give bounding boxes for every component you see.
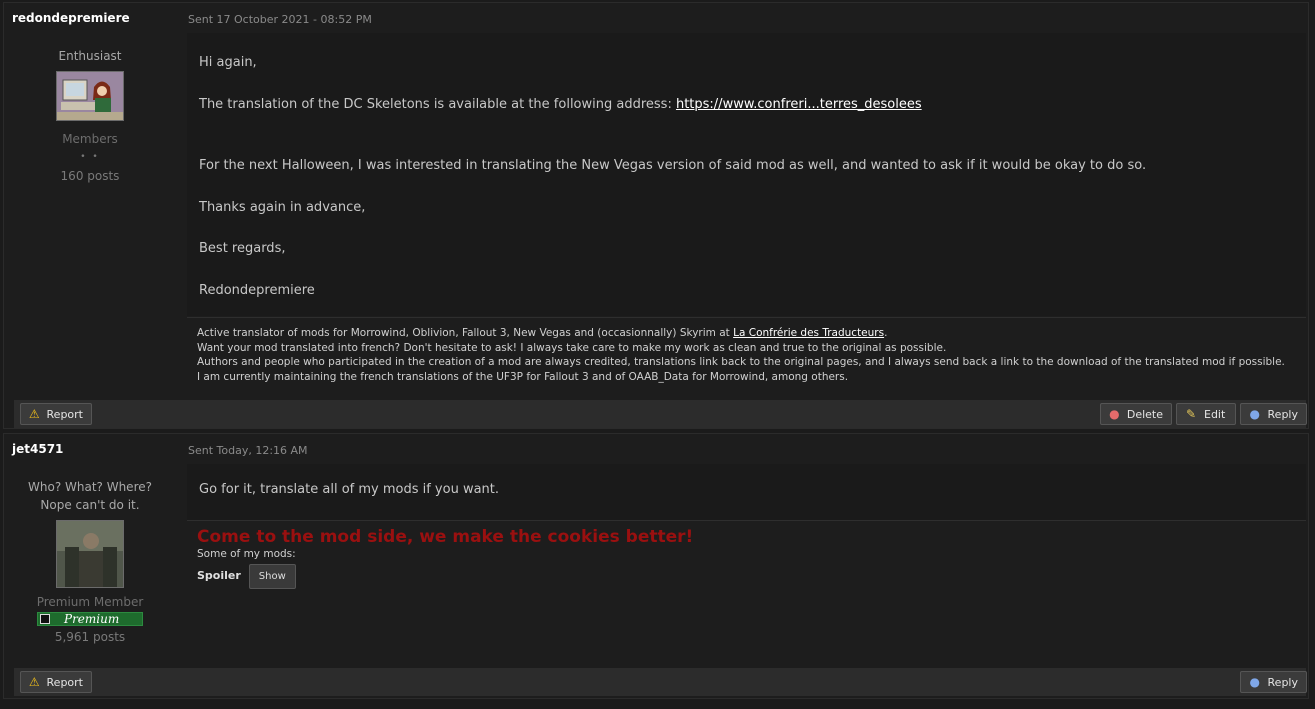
- post-count: 160 posts: [60, 169, 120, 183]
- message-translation: The translation of the DC Skeletons is a…: [199, 95, 1294, 115]
- reply-bubble-icon: ●: [1249, 675, 1260, 689]
- message-halloween: For the next Halloween, I was interested…: [199, 158, 1147, 173]
- message-text: The translation of the DC Skeletons is a…: [199, 96, 676, 112]
- delete-button[interactable]: ● Delete: [1100, 403, 1172, 425]
- reply-label: Reply: [1267, 407, 1298, 421]
- group-name: Premium Member: [36, 595, 144, 609]
- signature-line-3: Authors and people who participated in t…: [197, 356, 1285, 368]
- edit-button[interactable]: ✎ Edit: [1176, 403, 1236, 425]
- signature-line-1: Active translator of mods for Morrowind,…: [197, 326, 1296, 341]
- premium-badge-label: Premium: [64, 612, 120, 626]
- post-controls: ⚠ Report ● Delete ✎ Edit ● Reply: [14, 400, 1307, 428]
- report-label: Report: [46, 675, 83, 689]
- post-1: redondepremiere Sent 17 October 2021 - 0…: [3, 2, 1309, 429]
- spoiler-show-button[interactable]: Show: [248, 563, 296, 589]
- confrerie-link[interactable]: La Confrérie des Traducteurs: [733, 327, 884, 339]
- message-regards: Best regards,: [199, 241, 286, 256]
- signature-text-end: .: [884, 327, 888, 339]
- signature: Active translator of mods for Morrowind,…: [187, 317, 1306, 399]
- message-thanks: Thanks again in advance,: [199, 199, 366, 215]
- report-button[interactable]: ⚠ Report: [20, 671, 92, 693]
- author-name[interactable]: jet4571: [12, 442, 63, 456]
- mods-label: Some of my mods:: [197, 548, 296, 560]
- post-header: redondepremiere Sent 17 October 2021 - 0…: [4, 3, 1308, 33]
- report-label: Report: [46, 407, 83, 421]
- message-body: Go for it, translate all of my mods if y…: [187, 464, 1306, 520]
- spoiler-label: Spoiler: [197, 568, 241, 582]
- reply-button[interactable]: ● Reply: [1240, 671, 1307, 693]
- warning-icon: ⚠: [28, 407, 40, 421]
- post-header: jet4571 Sent Today, 12:16 AM: [4, 434, 1308, 464]
- post-date: Sent 17 October 2021 - 08:52 PM: [188, 13, 372, 26]
- group-name: Members: [62, 132, 118, 146]
- translation-link[interactable]: https://www.confreri...terres_desolees: [676, 97, 922, 112]
- avatar[interactable]: [56, 71, 124, 121]
- reply-label: Reply: [1267, 675, 1298, 689]
- author-name[interactable]: redondepremiere: [12, 11, 130, 25]
- speech-bubble-delete-icon: ●: [1109, 407, 1120, 421]
- warning-icon: ⚠: [28, 675, 40, 689]
- edit-label: Edit: [1204, 407, 1226, 421]
- reply-button[interactable]: ● Reply: [1240, 403, 1307, 425]
- report-button[interactable]: ⚠ Report: [20, 403, 92, 425]
- signature-line-2: Want your mod translated into french? Do…: [197, 341, 947, 354]
- author-info: Who? What? Where? Nope can't do it. Prem…: [4, 464, 176, 644]
- post-count: 5,961 posts: [54, 630, 126, 644]
- badge-icon: [40, 614, 50, 624]
- reply-bubble-icon: ●: [1249, 407, 1260, 421]
- message-greeting: Hi again,: [199, 55, 257, 70]
- spoiler: Spoiler Show: [197, 563, 1296, 589]
- signature-text: Active translator of mods for Morrowind,…: [197, 327, 734, 339]
- post-controls: ⚠ Report ● Reply: [14, 668, 1307, 696]
- member-title: Enthusiast: [58, 49, 122, 63]
- message-text: Go for it, translate all of my mods if y…: [199, 482, 500, 497]
- delete-label: Delete: [1126, 407, 1163, 421]
- message-body: Hi again, The translation of the DC Skel…: [187, 33, 1306, 316]
- rank-pips: • •: [80, 152, 100, 162]
- post-2: jet4571 Sent Today, 12:16 AM Who? What? …: [3, 433, 1309, 699]
- avatar[interactable]: [56, 520, 124, 588]
- signature-line-4: I am currently maintaining the french tr…: [197, 370, 849, 383]
- message-signoff: Redondepremiere: [199, 282, 315, 298]
- author-info: Enthusiast Members • • 160 posts: [4, 33, 176, 183]
- magnifier-edit-icon: ✎: [1185, 407, 1197, 421]
- post-date: Sent Today, 12:16 AM: [188, 444, 308, 457]
- signature: Come to the mod side, we make the cookie…: [187, 520, 1306, 668]
- member-title: Who? What? Where? Nope can't do it.: [28, 480, 152, 512]
- premium-badge: Premium: [37, 612, 143, 626]
- signature-headline: Come to the mod side, we make the cookie…: [197, 527, 694, 547]
